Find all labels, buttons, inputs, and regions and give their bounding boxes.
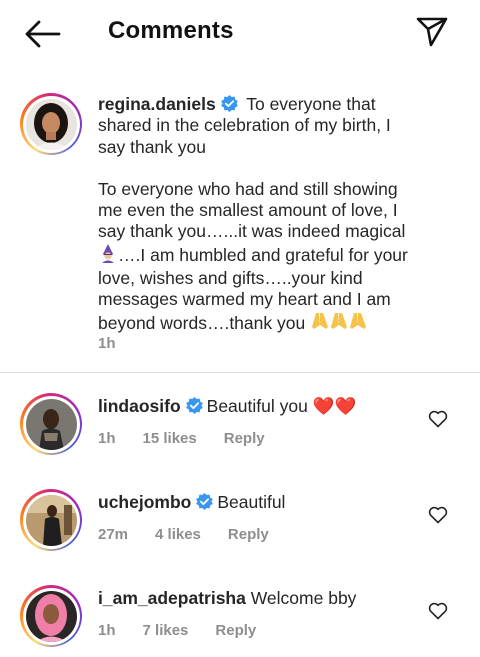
like-button[interactable] <box>428 506 448 524</box>
wizard-emoji-icon <box>98 243 118 268</box>
avatar-photo <box>25 398 77 450</box>
comment-likes[interactable]: 7 likes <box>143 622 189 639</box>
share-button[interactable] <box>412 14 452 50</box>
comment-body: Beautiful <box>217 492 286 512</box>
reply-button[interactable]: Reply <box>228 526 269 543</box>
like-button[interactable] <box>428 602 448 620</box>
comment-text: lindaosifo Beautiful you ❤️❤️ <box>98 396 356 417</box>
commenter-avatar[interactable] <box>20 585 82 647</box>
avatar-photo <box>25 494 77 546</box>
caption-author-avatar[interactable] <box>20 93 82 155</box>
comment-meta: 1h 15 likes Reply <box>98 430 292 447</box>
comment-username[interactable]: lindaosifo <box>98 396 181 416</box>
like-button[interactable] <box>428 410 448 428</box>
verified-badge-icon <box>195 492 214 511</box>
heart-outline-icon <box>428 410 448 428</box>
header-bar: Comments <box>0 0 480 66</box>
praying-hands-icon <box>310 311 368 336</box>
comment-time: 1h <box>98 622 116 639</box>
avatar-photo <box>25 590 77 642</box>
caption-username[interactable]: regina.daniels <box>98 94 216 114</box>
comment-likes[interactable]: 15 likes <box>143 430 197 447</box>
commenter-avatar[interactable] <box>20 489 82 551</box>
comment-meta: 27m 4 likes Reply <box>98 526 296 543</box>
divider <box>0 372 480 373</box>
comment-username[interactable]: uchejombo <box>98 492 191 512</box>
comment-item: uchejombo Beautiful 27m 4 likes Reply <box>0 489 480 582</box>
comment-likes[interactable]: 4 likes <box>155 526 201 543</box>
verified-badge-icon <box>220 94 239 113</box>
heart-outline-icon <box>428 602 448 620</box>
reply-button[interactable]: Reply <box>215 622 256 639</box>
back-button[interactable] <box>22 18 62 50</box>
comment-body: Welcome bby <box>250 588 357 608</box>
caption-timestamp: 1h <box>98 335 116 352</box>
comment-username[interactable]: i_am_adepatrisha <box>98 588 246 608</box>
paper-plane-icon <box>416 17 448 47</box>
comment-time: 1h <box>98 430 116 447</box>
commenter-avatar[interactable] <box>20 393 82 455</box>
caption-text: regina.daniels To everyone that shared i… <box>98 94 420 336</box>
avatar-photo <box>25 98 77 150</box>
reply-button[interactable]: Reply <box>224 430 265 447</box>
comment-item: lindaosifo Beautiful you ❤️❤️ 1h 15 likes R… <box>0 393 480 486</box>
comment-meta: 1h 7 likes Reply <box>98 622 283 639</box>
caption-para-2a: To everyone who had and still showing me… <box>98 178 406 242</box>
heart-outline-icon <box>428 506 448 524</box>
verified-badge-icon <box>185 396 204 415</box>
arrow-left-icon <box>25 20 61 48</box>
page-title: Comments <box>108 17 234 44</box>
comment-body: Beautiful you ❤️❤️ <box>206 396 357 416</box>
comment-text: uchejombo Beautiful <box>98 492 285 513</box>
comment-item: i_am_adepatrisha Welcome bby 1h 7 likes Re… <box>0 585 480 657</box>
comment-time: 27m <box>98 526 129 543</box>
comment-text: i_am_adepatrisha Welcome bby <box>98 588 356 609</box>
